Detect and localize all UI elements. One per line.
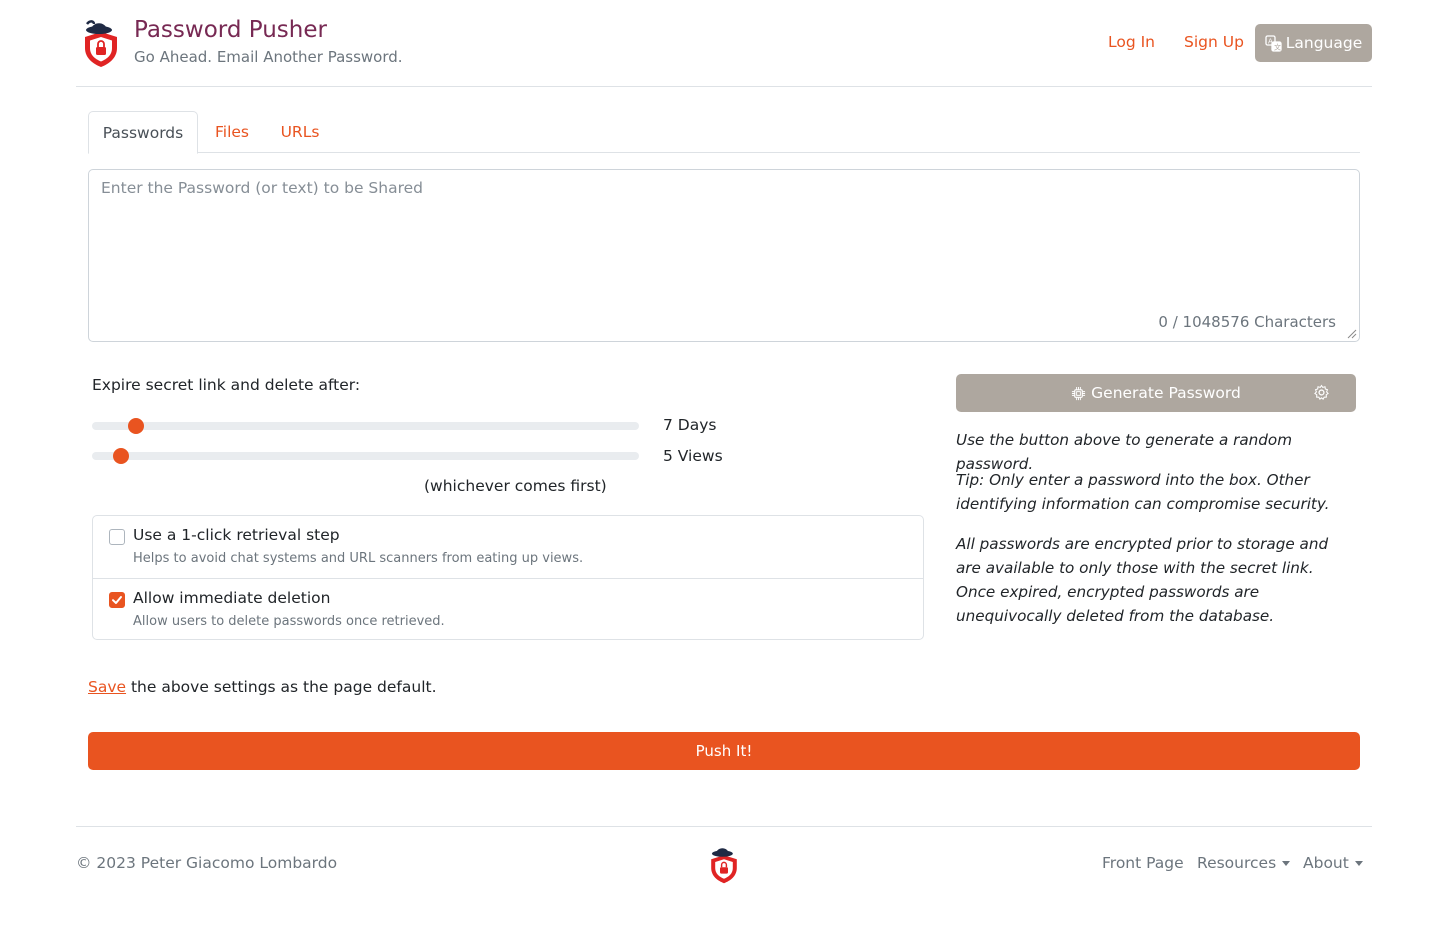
retrieval-step-label[interactable]: Use a 1-click retrieval step bbox=[133, 526, 340, 544]
expire-views-thumb[interactable] bbox=[113, 448, 130, 464]
expire-days-value: 7 Days bbox=[663, 416, 717, 434]
save-defaults-line: Save the above settings as the page defa… bbox=[88, 678, 437, 696]
generate-password-label: Generate Password bbox=[1091, 384, 1241, 402]
signup-link[interactable]: Sign Up bbox=[1184, 33, 1244, 51]
expire-days-slider[interactable] bbox=[92, 418, 639, 434]
generate-password-button[interactable]: Generate Password bbox=[956, 374, 1356, 412]
push-it-button[interactable]: Push It! bbox=[88, 732, 1360, 770]
retrieval-step-help: Helps to avoid chat systems and URL scan… bbox=[133, 551, 584, 566]
site-footer: © 2023 Peter Giacomo Lombardo Front Page… bbox=[76, 826, 1372, 906]
resources-dropdown[interactable]: Resources bbox=[1197, 854, 1291, 872]
front-page-label: Front Page bbox=[1102, 854, 1184, 872]
deletable-help: Allow users to delete passwords once ret… bbox=[133, 614, 445, 629]
pwpush-logo-icon[interactable] bbox=[80, 18, 122, 68]
resources-label: Resources bbox=[1197, 854, 1277, 872]
character-counter: 0 / 1048576 Characters bbox=[1158, 313, 1336, 331]
about-dropdown[interactable]: About bbox=[1303, 854, 1363, 872]
tab-files[interactable]: Files bbox=[206, 111, 258, 153]
login-link[interactable]: Log In bbox=[1108, 33, 1155, 51]
language-label: Language bbox=[1285, 34, 1363, 52]
chevron-down-icon bbox=[1282, 860, 1291, 866]
payload-placeholder: Enter the Password (or text) to be Share… bbox=[101, 179, 423, 197]
translate-icon: A 文 bbox=[1265, 34, 1282, 52]
cpu-icon bbox=[1072, 386, 1086, 400]
expire-views-slider[interactable] bbox=[92, 448, 639, 464]
deletable-option: Allow immediate deletion Allow users to … bbox=[93, 578, 923, 640]
whichever-note: (whichever comes first) bbox=[424, 477, 607, 495]
push-type-tabs: Passwords Files URLs bbox=[88, 111, 1360, 154]
language-button[interactable]: A 文 Language bbox=[1255, 24, 1372, 62]
retrieval-step-checkbox[interactable] bbox=[109, 529, 125, 545]
chevron-down-icon bbox=[1354, 860, 1363, 866]
push-options-group: Use a 1-click retrieval step Helps to av… bbox=[92, 515, 924, 640]
footer-logo-icon[interactable] bbox=[706, 844, 742, 884]
checkmark-icon bbox=[112, 596, 122, 604]
svg-text:文: 文 bbox=[1274, 42, 1281, 51]
deletable-checkbox[interactable] bbox=[109, 592, 125, 608]
about-label: About bbox=[1303, 854, 1349, 872]
tab-urls[interactable]: URLs bbox=[274, 111, 326, 153]
password-payload-input[interactable]: Enter the Password (or text) to be Share… bbox=[88, 169, 1360, 342]
site-header: Password Pusher Go Ahead. Email Another … bbox=[76, 0, 1372, 87]
brand-tagline: Go Ahead. Email Another Password. bbox=[134, 48, 403, 66]
tip-info: Tip: Only enter a password into the box.… bbox=[956, 471, 1330, 513]
front-page-link[interactable]: Front Page bbox=[1102, 854, 1184, 872]
expire-days-thumb[interactable] bbox=[127, 418, 144, 434]
encryption-info: All passwords are encrypted prior to sto… bbox=[956, 535, 1329, 625]
resize-handle-icon[interactable] bbox=[1347, 329, 1357, 339]
tab-passwords[interactable]: Passwords bbox=[88, 111, 198, 154]
brand-title[interactable]: Password Pusher bbox=[134, 16, 327, 44]
copyright-text: © 2023 Peter Giacomo Lombardo bbox=[76, 854, 338, 872]
expire-label: Expire secret link and delete after: bbox=[92, 376, 361, 394]
deletable-label[interactable]: Allow immediate deletion bbox=[133, 589, 330, 607]
generator-settings-gear-icon[interactable] bbox=[1313, 384, 1330, 401]
expire-views-value: 5 Views bbox=[663, 447, 723, 465]
retrieval-step-option: Use a 1-click retrieval step Helps to av… bbox=[93, 516, 923, 578]
save-defaults-text: the above settings as the page default. bbox=[126, 678, 437, 696]
save-defaults-link[interactable]: Save bbox=[88, 678, 126, 696]
svg-text:A: A bbox=[1268, 37, 1273, 45]
